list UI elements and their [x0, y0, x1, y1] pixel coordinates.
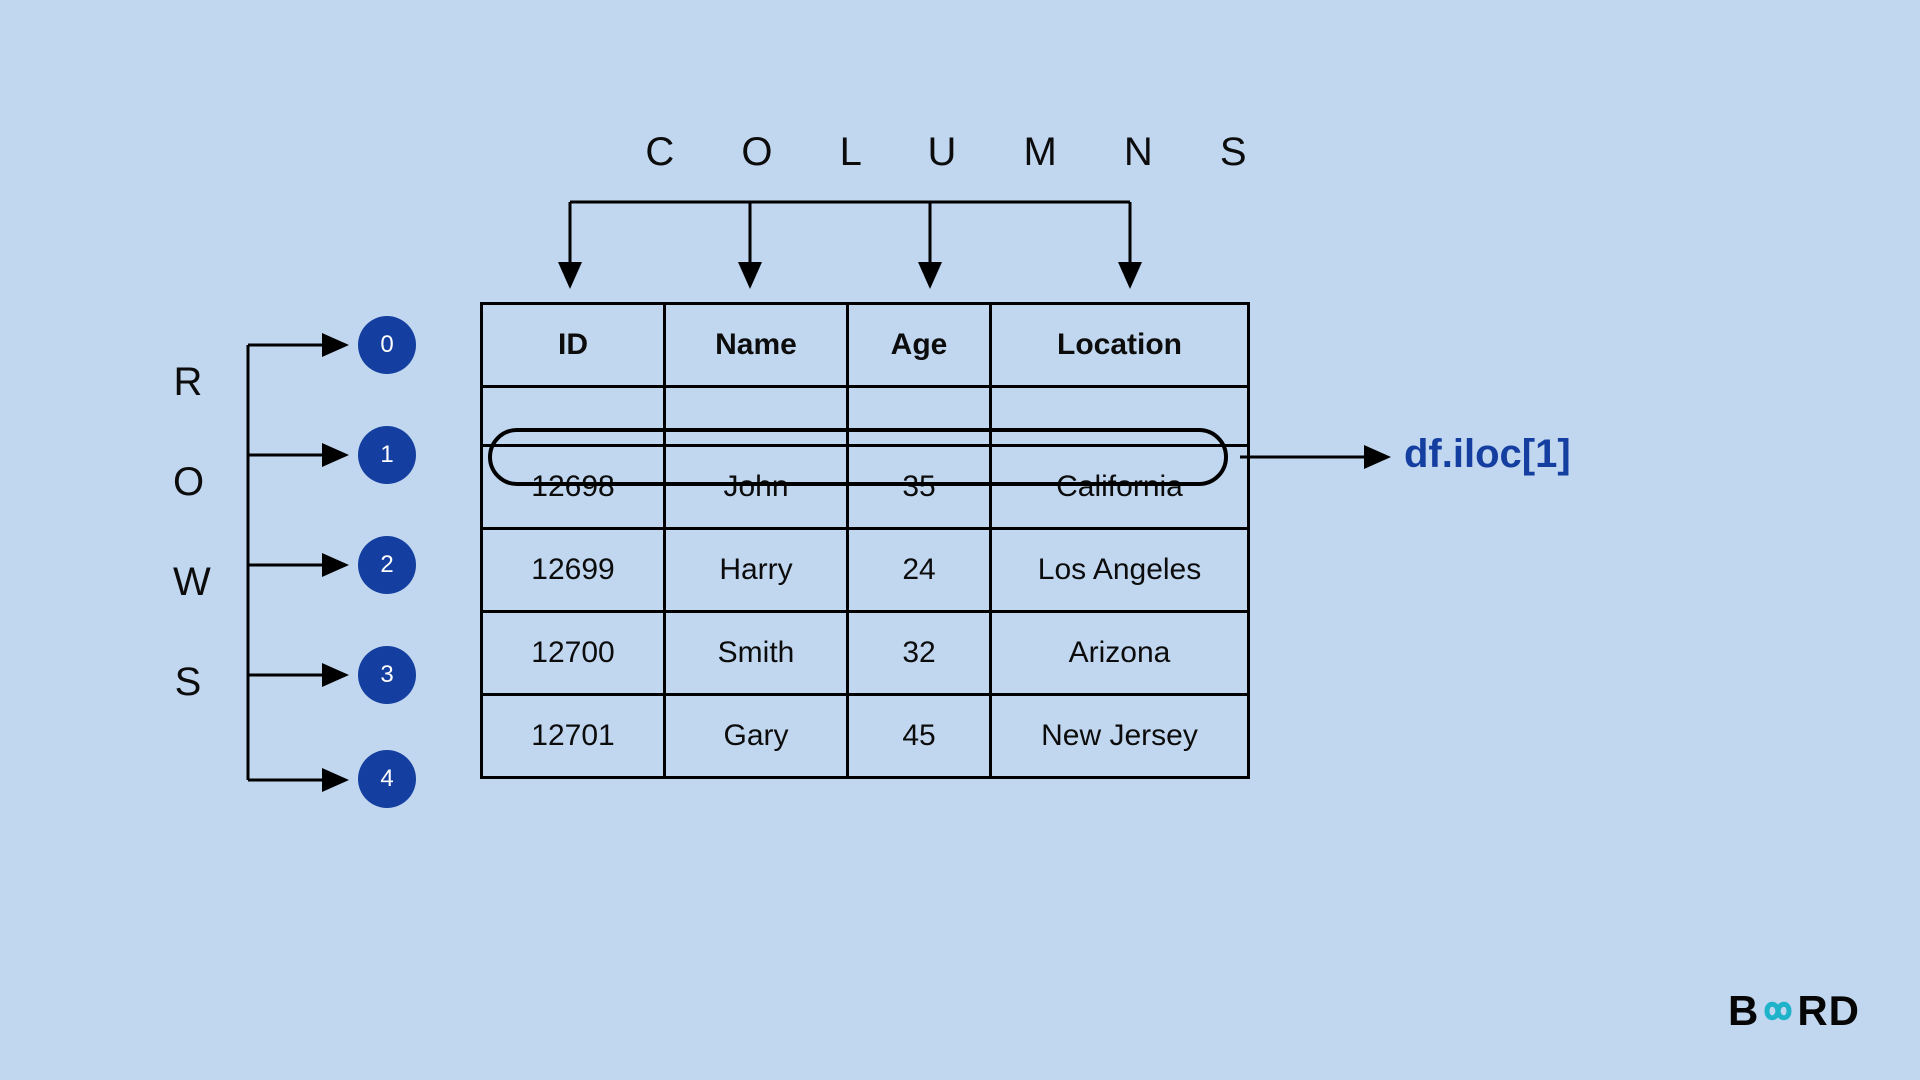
cell-id: 12700	[482, 612, 665, 695]
cell-id: 12698	[482, 446, 665, 529]
col-header-id: ID	[482, 304, 665, 387]
cell-location: Arizona	[991, 612, 1249, 695]
table-row: 12698 John 35 California	[482, 446, 1249, 529]
logo-right: RD	[1797, 987, 1860, 1035]
row-index-0: 0	[358, 316, 416, 374]
row-index-4: 4	[358, 750, 416, 808]
iloc-label: df.iloc[1]	[1404, 432, 1571, 477]
cell-age: 32	[848, 612, 991, 695]
col-header-location: Location	[991, 304, 1249, 387]
col-header-age: Age	[848, 304, 991, 387]
rows-label-o: O	[173, 460, 203, 505]
logo-infinity-icon	[1757, 991, 1799, 1036]
table-row: 12701 Gary 45 New Jersey	[482, 695, 1249, 778]
cell-age: 45	[848, 695, 991, 778]
cell-name: Harry	[665, 529, 848, 612]
cell-location: Los Angeles	[991, 529, 1249, 612]
row-index-3: 3	[358, 646, 416, 704]
dataframe-table: ID Name Age Location 12698 John 35 Calif…	[480, 302, 1250, 779]
table-row: 12700 Smith 32 Arizona	[482, 612, 1249, 695]
cell-id: 12699	[482, 529, 665, 612]
rows-label: R O W S	[173, 360, 203, 760]
board-logo: B RD	[1728, 987, 1860, 1035]
table-row: 12699 Harry 24 Los Angeles	[482, 529, 1249, 612]
cell-location: California	[991, 446, 1249, 529]
logo-left: B	[1728, 987, 1759, 1035]
rows-label-w: W	[173, 560, 203, 605]
rows-label-s: S	[173, 660, 203, 705]
row-index-1: 1	[358, 426, 416, 484]
row-index-2: 2	[358, 536, 416, 594]
cell-age: 24	[848, 529, 991, 612]
rows-label-r: R	[173, 360, 203, 405]
cell-id: 12701	[482, 695, 665, 778]
table-row	[482, 387, 1249, 446]
table-header-row: ID Name Age Location	[482, 304, 1249, 387]
cell-name: Smith	[665, 612, 848, 695]
cell-name: John	[665, 446, 848, 529]
cell-age: 35	[848, 446, 991, 529]
columns-label: C O L U M N S	[0, 130, 1920, 175]
col-header-name: Name	[665, 304, 848, 387]
cell-name: Gary	[665, 695, 848, 778]
cell-location: New Jersey	[991, 695, 1249, 778]
